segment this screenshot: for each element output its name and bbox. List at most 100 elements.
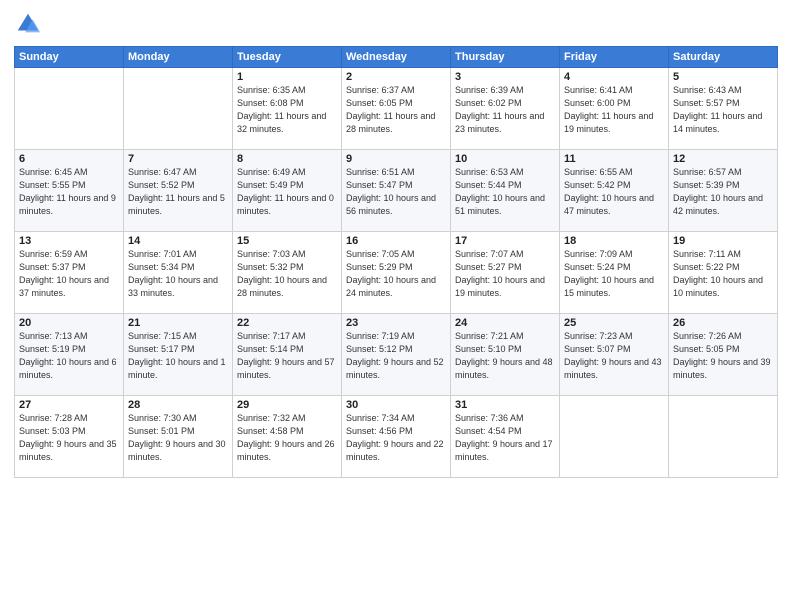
day-number: 2	[346, 71, 446, 83]
cell-line: Daylight: 10 hours and 15 minutes.	[564, 274, 664, 300]
cell-line: Sunset: 5:10 PM	[455, 343, 555, 356]
cell-line: Sunset: 4:58 PM	[237, 425, 337, 438]
day-number: 25	[564, 317, 664, 329]
calendar-cell: 14Sunrise: 7:01 AMSunset: 5:34 PMDayligh…	[124, 232, 233, 314]
cell-line: Sunset: 5:01 PM	[128, 425, 228, 438]
cell-line: Daylight: 11 hours and 32 minutes.	[237, 110, 337, 136]
cell-line: Sunrise: 7:01 AM	[128, 248, 228, 261]
cell-line: Sunrise: 7:07 AM	[455, 248, 555, 261]
day-header-sunday: Sunday	[15, 47, 124, 68]
cell-line: Sunset: 6:02 PM	[455, 97, 555, 110]
cell-line: Sunrise: 6:49 AM	[237, 166, 337, 179]
week-row-3: 13Sunrise: 6:59 AMSunset: 5:37 PMDayligh…	[15, 232, 778, 314]
calendar-cell: 15Sunrise: 7:03 AMSunset: 5:32 PMDayligh…	[233, 232, 342, 314]
calendar-cell: 31Sunrise: 7:36 AMSunset: 4:54 PMDayligh…	[451, 396, 560, 478]
week-row-5: 27Sunrise: 7:28 AMSunset: 5:03 PMDayligh…	[15, 396, 778, 478]
cell-line: Sunrise: 7:05 AM	[346, 248, 446, 261]
week-row-1: 1Sunrise: 6:35 AMSunset: 6:08 PMDaylight…	[15, 68, 778, 150]
day-number: 15	[237, 235, 337, 247]
day-number: 3	[455, 71, 555, 83]
cell-line: Sunset: 6:08 PM	[237, 97, 337, 110]
cell-line: Sunset: 4:54 PM	[455, 425, 555, 438]
cell-line: Sunrise: 6:41 AM	[564, 84, 664, 97]
day-number: 18	[564, 235, 664, 247]
calendar-cell	[124, 68, 233, 150]
cell-content: Sunrise: 7:32 AMSunset: 4:58 PMDaylight:…	[237, 412, 337, 464]
cell-content: Sunrise: 7:09 AMSunset: 5:24 PMDaylight:…	[564, 248, 664, 300]
cell-content: Sunrise: 7:03 AMSunset: 5:32 PMDaylight:…	[237, 248, 337, 300]
cell-line: Sunrise: 6:35 AM	[237, 84, 337, 97]
calendar-cell: 2Sunrise: 6:37 AMSunset: 6:05 PMDaylight…	[342, 68, 451, 150]
cell-line: Sunset: 5:27 PM	[455, 261, 555, 274]
calendar-cell: 9Sunrise: 6:51 AMSunset: 5:47 PMDaylight…	[342, 150, 451, 232]
cell-line: Daylight: 11 hours and 28 minutes.	[346, 110, 446, 136]
cell-line: Sunset: 5:42 PM	[564, 179, 664, 192]
cell-line: Daylight: 10 hours and 33 minutes.	[128, 274, 228, 300]
day-number: 29	[237, 399, 337, 411]
cell-line: Sunset: 5:49 PM	[237, 179, 337, 192]
cell-line: Sunset: 5:14 PM	[237, 343, 337, 356]
calendar-cell: 22Sunrise: 7:17 AMSunset: 5:14 PMDayligh…	[233, 314, 342, 396]
cell-content: Sunrise: 7:17 AMSunset: 5:14 PMDaylight:…	[237, 330, 337, 382]
cell-line: Daylight: 10 hours and 42 minutes.	[673, 192, 773, 218]
cell-line: Sunrise: 6:43 AM	[673, 84, 773, 97]
cell-line: Sunrise: 6:45 AM	[19, 166, 119, 179]
cell-line: Sunrise: 7:19 AM	[346, 330, 446, 343]
calendar-cell: 28Sunrise: 7:30 AMSunset: 5:01 PMDayligh…	[124, 396, 233, 478]
logo	[14, 10, 46, 38]
cell-line: Sunset: 5:39 PM	[673, 179, 773, 192]
cell-line: Sunrise: 7:34 AM	[346, 412, 446, 425]
cell-line: Sunset: 5:05 PM	[673, 343, 773, 356]
cell-content: Sunrise: 6:59 AMSunset: 5:37 PMDaylight:…	[19, 248, 119, 300]
day-number: 9	[346, 153, 446, 165]
cell-content: Sunrise: 6:35 AMSunset: 6:08 PMDaylight:…	[237, 84, 337, 136]
day-number: 21	[128, 317, 228, 329]
cell-line: Daylight: 10 hours and 10 minutes.	[673, 274, 773, 300]
cell-line: Sunrise: 7:26 AM	[673, 330, 773, 343]
day-number: 28	[128, 399, 228, 411]
cell-content: Sunrise: 7:13 AMSunset: 5:19 PMDaylight:…	[19, 330, 119, 382]
cell-line: Daylight: 11 hours and 5 minutes.	[128, 192, 228, 218]
calendar-cell: 27Sunrise: 7:28 AMSunset: 5:03 PMDayligh…	[15, 396, 124, 478]
cell-content: Sunrise: 6:47 AMSunset: 5:52 PMDaylight:…	[128, 166, 228, 218]
cell-content: Sunrise: 7:21 AMSunset: 5:10 PMDaylight:…	[455, 330, 555, 382]
day-header-friday: Friday	[560, 47, 669, 68]
day-number: 7	[128, 153, 228, 165]
cell-line: Daylight: 9 hours and 52 minutes.	[346, 356, 446, 382]
calendar-cell: 29Sunrise: 7:32 AMSunset: 4:58 PMDayligh…	[233, 396, 342, 478]
day-number: 24	[455, 317, 555, 329]
cell-line: Sunset: 5:12 PM	[346, 343, 446, 356]
cell-content: Sunrise: 6:45 AMSunset: 5:55 PMDaylight:…	[19, 166, 119, 218]
day-number: 31	[455, 399, 555, 411]
calendar-cell: 5Sunrise: 6:43 AMSunset: 5:57 PMDaylight…	[669, 68, 778, 150]
calendar-cell: 20Sunrise: 7:13 AMSunset: 5:19 PMDayligh…	[15, 314, 124, 396]
cell-line: Sunset: 5:32 PM	[237, 261, 337, 274]
cell-line: Sunrise: 6:51 AM	[346, 166, 446, 179]
day-number: 22	[237, 317, 337, 329]
cell-line: Sunrise: 7:17 AM	[237, 330, 337, 343]
header-row: SundayMondayTuesdayWednesdayThursdayFrid…	[15, 47, 778, 68]
day-number: 4	[564, 71, 664, 83]
cell-content: Sunrise: 6:49 AMSunset: 5:49 PMDaylight:…	[237, 166, 337, 218]
cell-content: Sunrise: 7:19 AMSunset: 5:12 PMDaylight:…	[346, 330, 446, 382]
day-number: 13	[19, 235, 119, 247]
cell-line: Sunrise: 7:15 AM	[128, 330, 228, 343]
cell-content: Sunrise: 7:30 AMSunset: 5:01 PMDaylight:…	[128, 412, 228, 464]
cell-content: Sunrise: 6:53 AMSunset: 5:44 PMDaylight:…	[455, 166, 555, 218]
cell-line: Daylight: 10 hours and 37 minutes.	[19, 274, 119, 300]
cell-line: Daylight: 10 hours and 19 minutes.	[455, 274, 555, 300]
cell-line: Sunrise: 6:53 AM	[455, 166, 555, 179]
cell-content: Sunrise: 6:57 AMSunset: 5:39 PMDaylight:…	[673, 166, 773, 218]
cell-content: Sunrise: 7:07 AMSunset: 5:27 PMDaylight:…	[455, 248, 555, 300]
cell-content: Sunrise: 6:37 AMSunset: 6:05 PMDaylight:…	[346, 84, 446, 136]
cell-line: Sunset: 5:03 PM	[19, 425, 119, 438]
calendar-cell: 24Sunrise: 7:21 AMSunset: 5:10 PMDayligh…	[451, 314, 560, 396]
cell-line: Daylight: 10 hours and 47 minutes.	[564, 192, 664, 218]
calendar-cell: 12Sunrise: 6:57 AMSunset: 5:39 PMDayligh…	[669, 150, 778, 232]
calendar-cell: 16Sunrise: 7:05 AMSunset: 5:29 PMDayligh…	[342, 232, 451, 314]
day-number: 14	[128, 235, 228, 247]
cell-line: Sunset: 5:52 PM	[128, 179, 228, 192]
cell-line: Sunrise: 7:28 AM	[19, 412, 119, 425]
cell-line: Daylight: 11 hours and 23 minutes.	[455, 110, 555, 136]
calendar-cell	[15, 68, 124, 150]
